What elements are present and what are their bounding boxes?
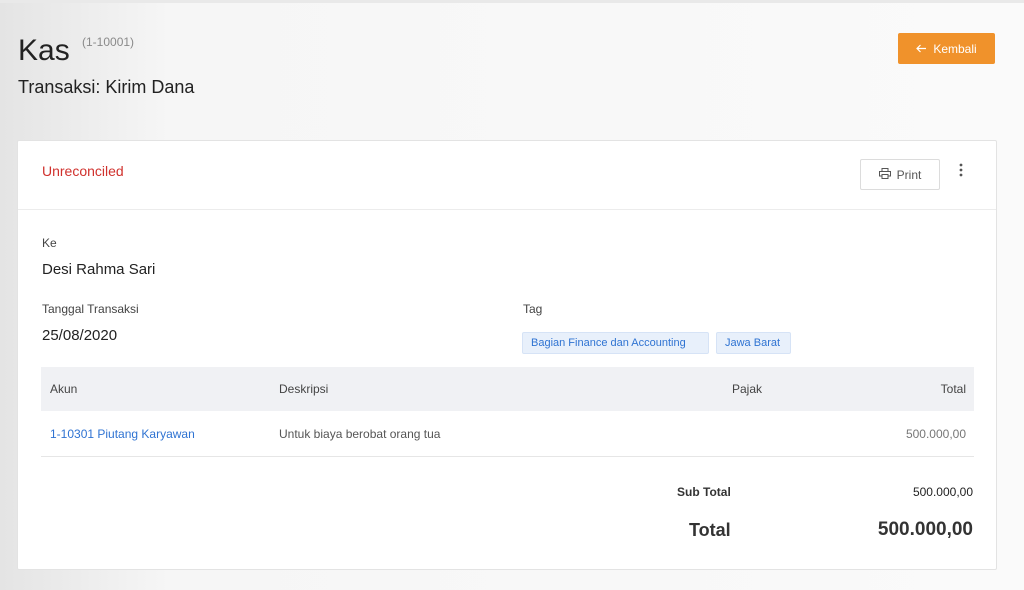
tag-chip[interactable]: Bagian Finance dan Accounting	[522, 332, 709, 354]
to-value: Desi Rahma Sari	[42, 261, 156, 278]
more-vertical-icon[interactable]	[954, 159, 968, 181]
column-header-akun: Akun	[50, 382, 78, 396]
back-button[interactable]: Kembali	[898, 33, 995, 64]
printer-icon	[878, 167, 891, 182]
total-value: 500.000,00	[877, 519, 973, 540]
print-button-label: Print	[896, 167, 922, 182]
card-header: Unreconciled Print	[18, 141, 996, 210]
total-cell: 500.000,00	[905, 427, 966, 441]
total-label: Total	[689, 520, 731, 540]
to-label: Ke	[42, 236, 57, 250]
table-header: Akun Deskripsi Pajak Total	[41, 367, 974, 411]
arrow-left-icon	[916, 42, 927, 56]
print-button[interactable]: Print	[860, 159, 940, 190]
tag-chip[interactable]: Jawa Barat	[716, 332, 791, 354]
page-subtitle: Transaksi: Kirim Dana	[18, 77, 195, 97]
top-divider	[0, 0, 1024, 3]
description-cell: Untuk biaya berobat orang tua	[279, 427, 441, 441]
status-badge: Unreconciled	[42, 163, 124, 179]
column-header-deskripsi: Deskripsi	[279, 382, 329, 396]
account-code: (1-10001)	[82, 35, 135, 49]
tag-label: Tag	[523, 302, 543, 316]
date-label: Tanggal Transaksi	[42, 302, 139, 316]
page-title: Kas	[18, 34, 70, 67]
column-header-total: Total	[940, 382, 966, 396]
back-button-label: Kembali	[933, 41, 977, 56]
column-header-pajak: Pajak	[732, 382, 763, 396]
subtotal-label: Sub Total	[677, 485, 731, 499]
account-link[interactable]: 1-10301 Piutang Karyawan	[50, 427, 195, 441]
date-value: 25/08/2020	[42, 327, 118, 344]
transaction-card: Unreconciled Print Ke Desi Rahma Sari Ta…	[17, 140, 997, 570]
subtotal-value: 500.000,00	[912, 485, 973, 499]
table-row: 1-10301 Piutang Karyawan Untuk biaya ber…	[41, 411, 974, 457]
